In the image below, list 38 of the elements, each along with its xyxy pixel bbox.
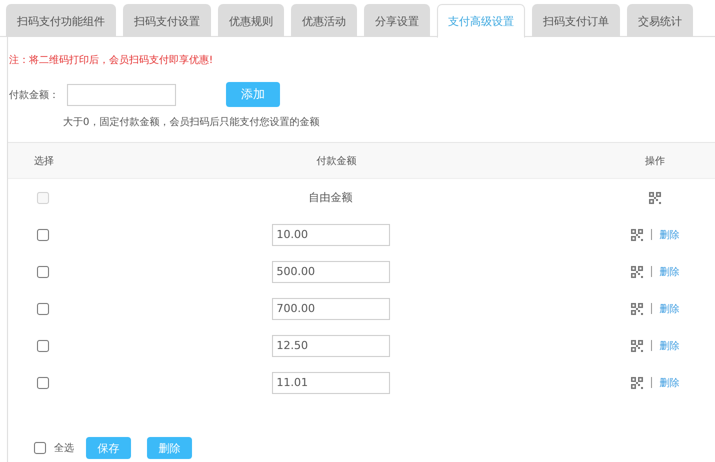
- qr-code-icon[interactable]: [630, 228, 642, 240]
- tab[interactable]: 优惠规则: [218, 4, 284, 37]
- row-checkbox[interactable]: [37, 376, 49, 388]
- column-header: 操作: [645, 154, 665, 168]
- notice-text: 注：将二维码打印后，会员扫码支付即享优惠!: [8, 54, 214, 67]
- amount-field[interactable]: 10.00: [272, 224, 390, 246]
- delete-link[interactable]: 删除: [660, 302, 680, 316]
- qr-code-icon[interactable]: [630, 266, 642, 278]
- qr-code-icon[interactable]: [649, 192, 661, 204]
- tab[interactable]: 分享设置: [364, 4, 430, 37]
- hint-text: 大于0，固定付款金额，会员扫码后只能支付您设置的金额: [63, 116, 320, 129]
- row-checkbox[interactable]: [37, 228, 49, 240]
- table-cell: 自由金额: [308, 190, 352, 205]
- delete-link[interactable]: 删除: [660, 338, 680, 352]
- row-checkbox[interactable]: [37, 340, 49, 352]
- qr-code-icon[interactable]: [630, 376, 642, 388]
- select-all-checkbox[interactable]: [34, 442, 46, 454]
- amount-input[interactable]: [67, 84, 176, 106]
- tab[interactable]: 扫码支付功能组件: [6, 4, 116, 37]
- amount-field[interactable]: 700.00: [272, 298, 390, 320]
- column-header: 选择: [34, 154, 54, 168]
- amount-label: 付款金额：: [9, 88, 60, 102]
- row-checkbox[interactable]: [37, 302, 49, 314]
- tab[interactable]: 优惠活动: [291, 4, 357, 37]
- delete-link[interactable]: 删除: [660, 264, 680, 278]
- tab[interactable]: 交易统计: [627, 4, 693, 37]
- tab[interactable]: 扫码支付设置: [123, 4, 211, 37]
- amount-field[interactable]: 11.01: [272, 372, 390, 394]
- delete-link[interactable]: 删除: [660, 376, 680, 390]
- column-header: 付款金额: [316, 154, 356, 168]
- tab[interactable]: 扫码支付订单: [532, 4, 620, 37]
- qr-code-icon[interactable]: [630, 302, 642, 314]
- delete-link[interactable]: 删除: [660, 228, 680, 242]
- amount-field[interactable]: 12.50: [272, 334, 390, 356]
- amount-field[interactable]: 500.00: [272, 260, 390, 282]
- qr-code-icon[interactable]: [630, 340, 642, 352]
- row-checkbox[interactable]: [37, 266, 49, 278]
- select-all-label: 全选: [54, 442, 74, 455]
